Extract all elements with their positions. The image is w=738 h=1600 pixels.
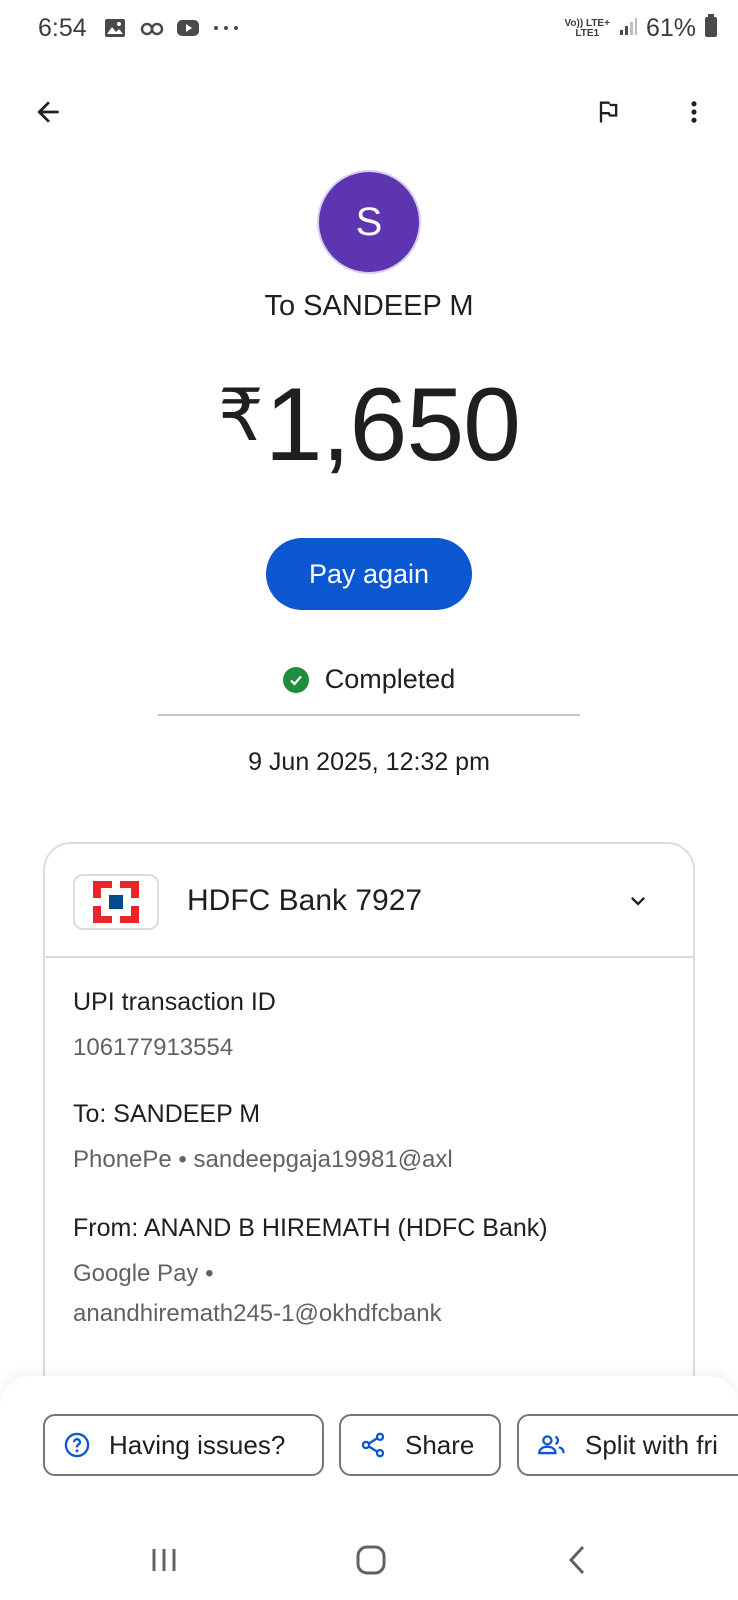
hdfc-logo-icon xyxy=(73,874,159,930)
from-value-app: Google Pay • xyxy=(73,1260,214,1287)
battery-icon xyxy=(704,14,718,43)
more-options-button[interactable] xyxy=(672,90,716,134)
status-time: 6:54 xyxy=(38,14,87,42)
bank-account-row[interactable]: HDFC Bank 7927 xyxy=(45,844,693,958)
to-value: PhonePe • sandeepgaja19981@axl xyxy=(73,1146,453,1173)
chevron-left-icon xyxy=(568,1545,585,1575)
recipient-heading: To SANDEEP M xyxy=(264,290,474,322)
recent-apps-icon xyxy=(152,1549,176,1571)
bank-name: HDFC Bank 7927 xyxy=(187,884,423,917)
to-label: To: SANDEEP M xyxy=(73,1100,261,1128)
more-notifications-icon xyxy=(212,18,238,38)
group-icon xyxy=(538,1435,565,1455)
pay-again-button[interactable]: Pay again xyxy=(266,538,472,610)
recipient-avatar: S xyxy=(319,172,419,272)
network-top-label: Vo)) LTE+ xyxy=(564,17,610,29)
check-circle-icon xyxy=(282,666,309,693)
transaction-status: Completed xyxy=(0,664,738,695)
flag-icon xyxy=(599,101,618,123)
transaction-datetime: 9 Jun 2025, 12:32 pm xyxy=(248,748,490,776)
divider xyxy=(158,714,580,716)
gallery-icon xyxy=(104,18,126,38)
status-label: Completed xyxy=(324,664,456,694)
split-button[interactable]: Split with fri xyxy=(517,1414,738,1476)
network-indicator: Vo)) LTE+ LTE1 xyxy=(564,17,610,39)
system-indicators: Vo)) LTE+ LTE1 61% xyxy=(564,14,718,43)
having-issues-button[interactable]: Having issues? xyxy=(43,1414,324,1476)
app-bar xyxy=(0,80,738,144)
more-vert-icon xyxy=(691,101,697,123)
glasses-icon xyxy=(140,18,164,38)
from-label: From: ANAND B HIREMATH (HDFC Bank) xyxy=(73,1214,548,1242)
amount-display: ₹1,650 xyxy=(0,366,738,485)
network-bottom-label: LTE1 xyxy=(575,27,600,39)
signal-icon xyxy=(618,16,638,41)
share-button[interactable]: Share xyxy=(339,1414,501,1476)
share-icon xyxy=(361,1432,385,1458)
upi-id-value: 106177913554 xyxy=(73,1034,234,1061)
arrow-back-icon xyxy=(37,101,59,123)
help-icon xyxy=(64,1432,90,1458)
currency-symbol: ₹ xyxy=(217,376,264,456)
youtube-icon xyxy=(176,18,199,38)
notification-icons xyxy=(104,18,238,38)
home-icon xyxy=(356,1545,386,1575)
amount-value: 1,650 xyxy=(264,367,521,483)
back-nav-button[interactable] xyxy=(549,1534,605,1586)
report-button[interactable] xyxy=(586,90,630,134)
system-nav-bar xyxy=(0,1520,738,1600)
share-label: Share xyxy=(405,1429,475,1460)
upi-id-label: UPI transaction ID xyxy=(73,988,276,1016)
back-button[interactable] xyxy=(26,90,70,134)
having-issues-label: Having issues? xyxy=(109,1429,286,1460)
chevron-down-icon[interactable] xyxy=(621,884,655,918)
transaction-details-card: HDFC Bank 7927 UPI transaction ID 106177… xyxy=(43,842,695,1462)
battery-level: 61% xyxy=(645,14,696,42)
from-value-upi: anandhiremath245-1@okhdfcbank xyxy=(73,1300,442,1327)
recent-apps-button[interactable] xyxy=(136,1534,192,1586)
split-label: Split with fri xyxy=(585,1429,718,1460)
home-button[interactable] xyxy=(343,1534,399,1586)
status-bar: 6:54 Vo)) LTE+ LTE1 61% xyxy=(0,0,738,64)
